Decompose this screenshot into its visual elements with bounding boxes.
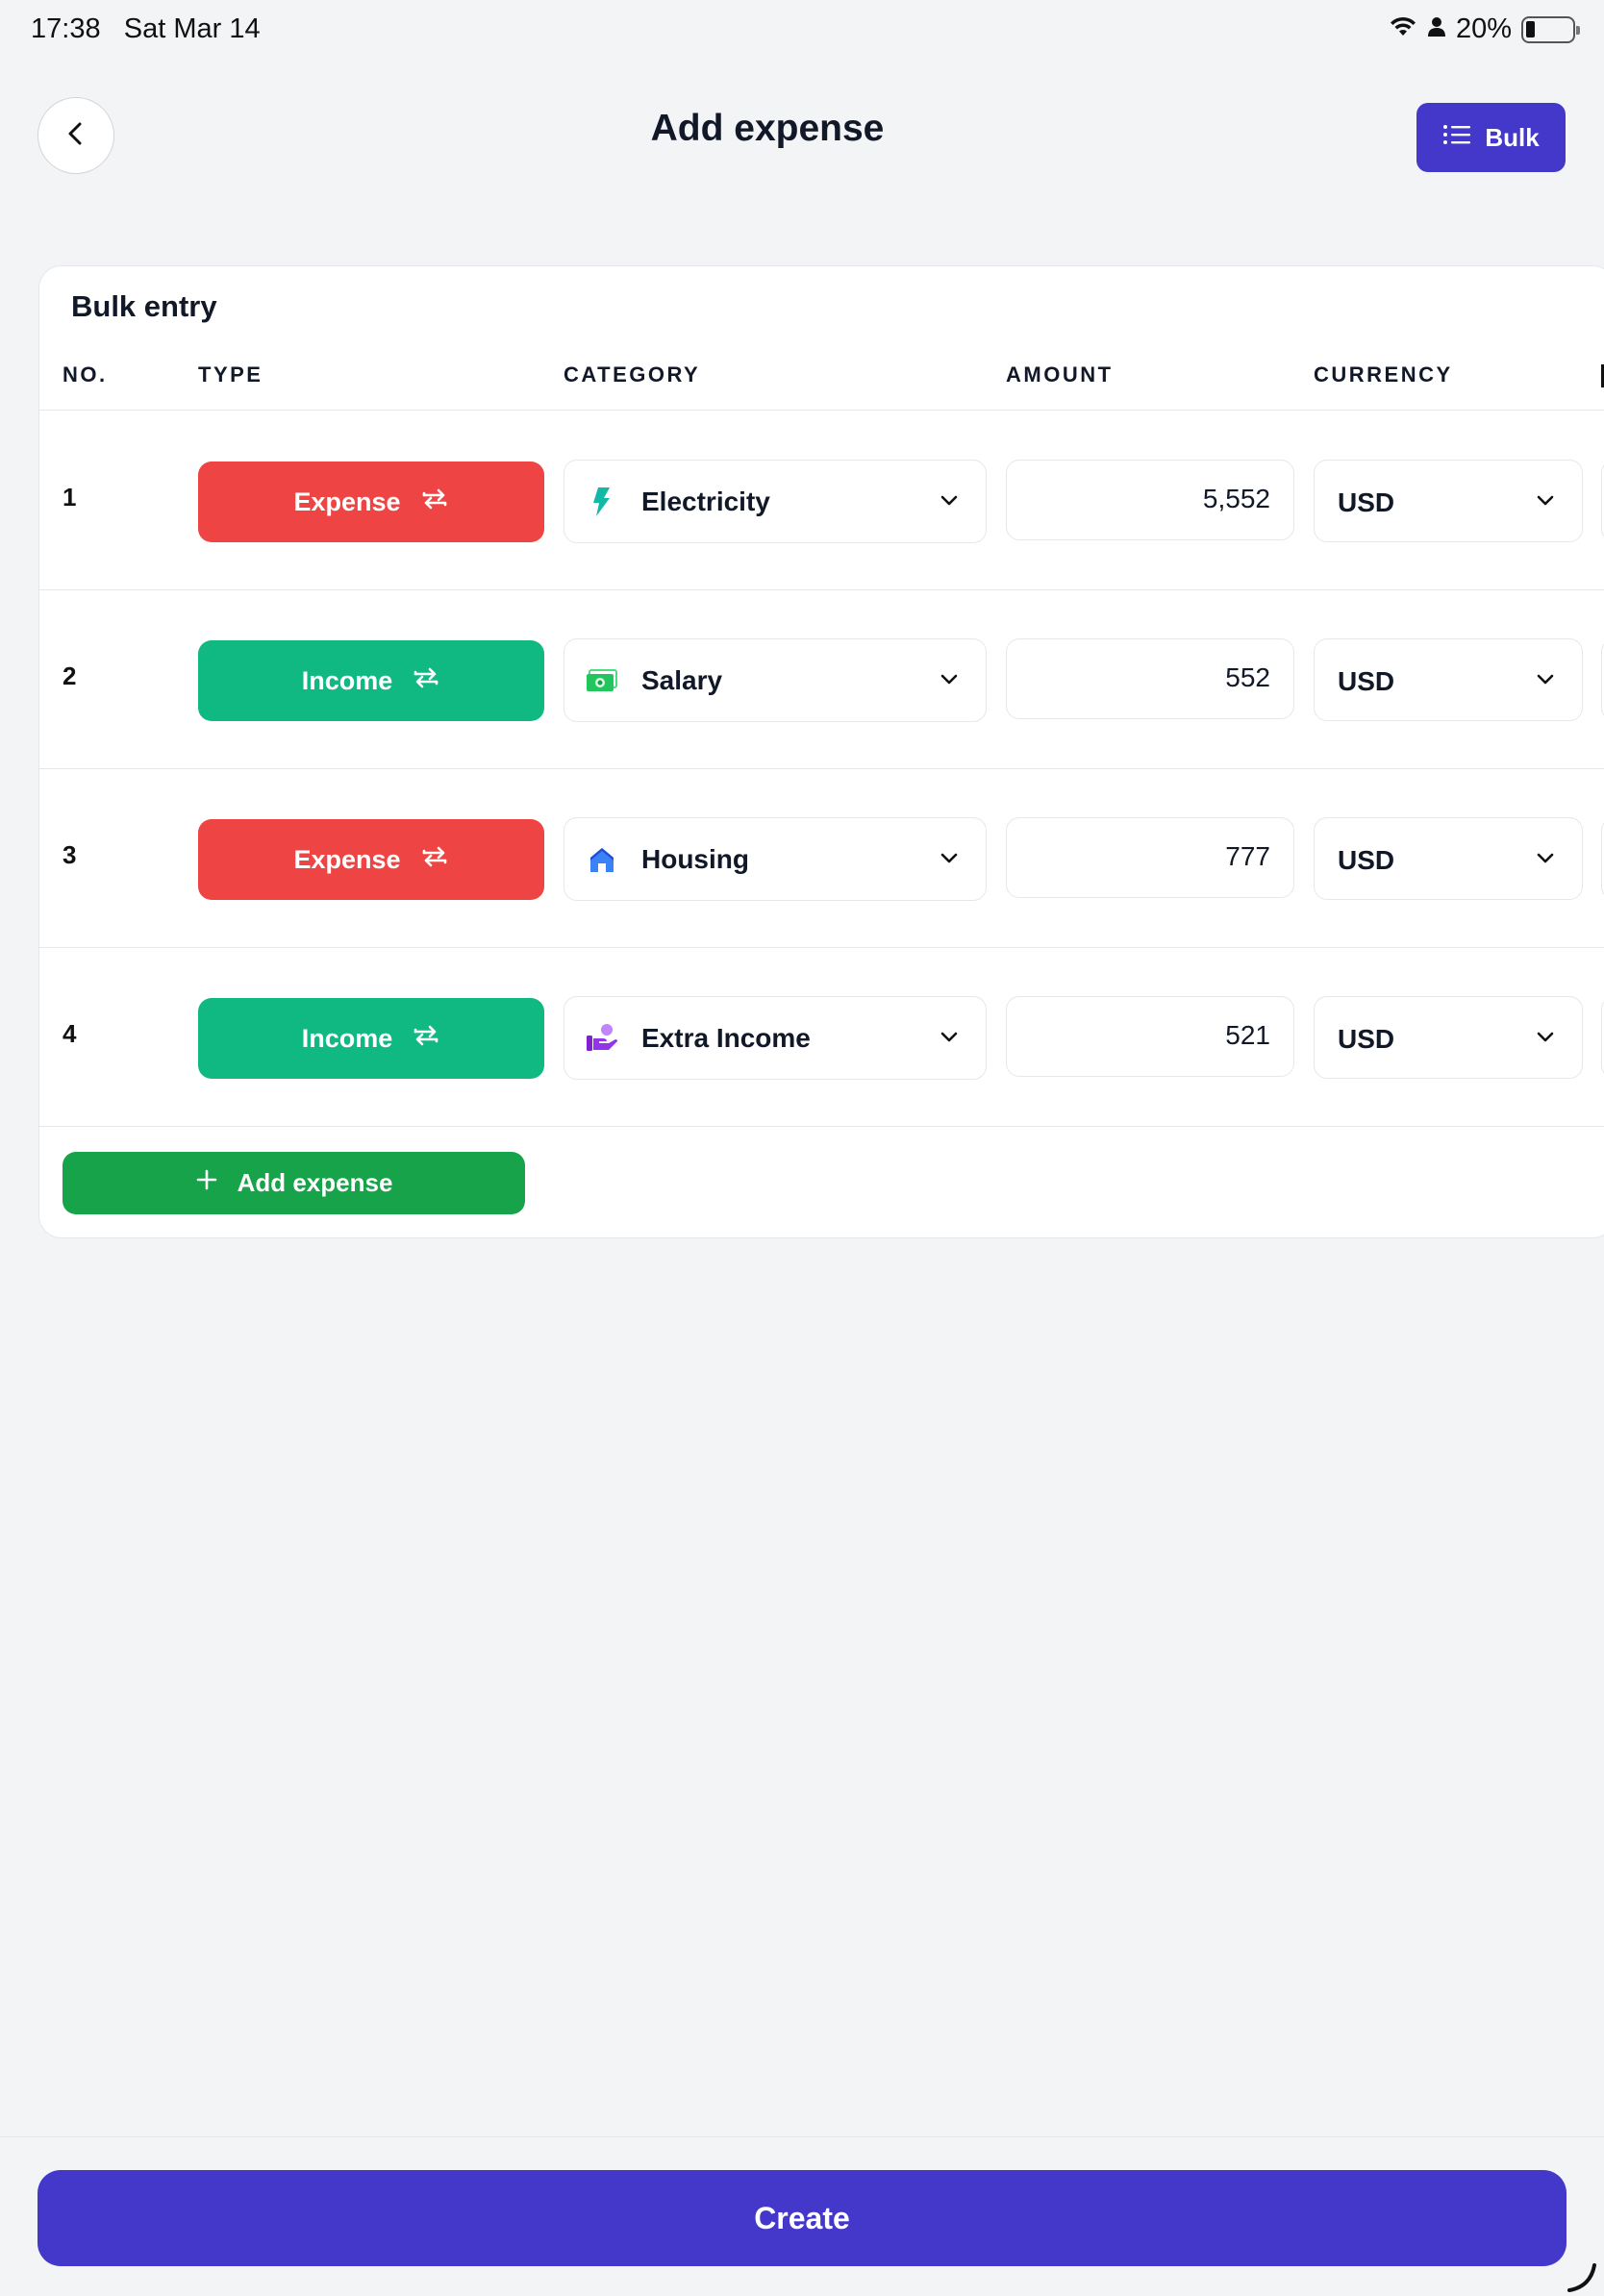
chevron-down-icon xyxy=(938,847,961,875)
battery-icon xyxy=(1521,15,1580,43)
currency-label: USD xyxy=(1338,487,1395,517)
currency-select[interactable]: USD xyxy=(1314,460,1583,542)
type-label: Income xyxy=(301,1023,393,1053)
list-icon xyxy=(1442,123,1471,153)
chevron-down-icon xyxy=(1534,1026,1557,1054)
category-label: Extra Income xyxy=(641,1023,811,1053)
currency-select[interactable]: USD xyxy=(1314,638,1583,721)
column-type: TYPE xyxy=(198,362,263,387)
category-label: Housing xyxy=(641,844,749,874)
amount-input[interactable]: 777 xyxy=(1006,817,1294,898)
bulk-button[interactable]: Bulk xyxy=(1416,103,1566,172)
type-label: Income xyxy=(301,665,393,695)
add-expense-button[interactable]: Add expense xyxy=(63,1152,525,1214)
lightning-icon xyxy=(586,486,618,518)
currency-label: USD xyxy=(1338,1024,1395,1054)
add-expense-label: Add expense xyxy=(237,1168,393,1197)
chevron-down-icon xyxy=(1534,668,1557,696)
type-toggle-button[interactable]: Expense xyxy=(198,462,544,542)
type-toggle-button[interactable]: Expense xyxy=(198,819,544,900)
status-indicators: 20% xyxy=(1389,13,1580,45)
chevron-down-icon xyxy=(938,489,961,517)
currency-label: USD xyxy=(1338,666,1395,696)
category-select[interactable]: Electricity xyxy=(564,460,987,543)
battery-percent: 20% xyxy=(1455,13,1512,44)
currency-select[interactable]: USD xyxy=(1314,996,1583,1079)
category-label: Electricity xyxy=(641,487,770,516)
chevron-down-icon xyxy=(1534,847,1557,875)
chevron-down-icon xyxy=(1534,489,1557,517)
currency-label: USD xyxy=(1338,845,1395,875)
column-amount: AMOUNT xyxy=(1006,362,1114,387)
table-row: 3 Expense Housing 777 USD xyxy=(39,769,1604,948)
swap-icon xyxy=(412,663,440,699)
amount-input[interactable]: 5,552 xyxy=(1006,460,1294,540)
status-bar: 17:38 Sat Mar 14 20% xyxy=(0,0,1604,60)
type-label: Expense xyxy=(293,844,401,874)
category-select[interactable]: Extra Income xyxy=(564,996,987,1080)
chevron-down-icon xyxy=(938,1026,961,1054)
type-toggle-button[interactable]: Income xyxy=(198,640,544,721)
row-number: 3 xyxy=(63,840,77,869)
table-row: 2 Income Salary 552 USD xyxy=(39,590,1604,769)
money-icon xyxy=(586,664,618,697)
create-button[interactable]: Create xyxy=(38,2170,1566,2266)
category-select[interactable]: Salary xyxy=(564,638,987,722)
amount-input[interactable]: 552 xyxy=(1006,638,1294,719)
amount-input[interactable]: 521 xyxy=(1006,996,1294,1077)
column-no: NO. xyxy=(63,362,108,387)
extra-income-icon xyxy=(586,1022,618,1055)
type-label: Expense xyxy=(293,487,401,516)
plus-icon xyxy=(195,1168,218,1198)
table-header: NO. TYPE CATEGORY AMOUNT CURRENCY xyxy=(39,361,1604,411)
chevron-down-icon xyxy=(938,668,961,696)
category-select[interactable]: Housing xyxy=(564,817,987,901)
wifi-icon xyxy=(1389,13,1417,45)
row-number: 1 xyxy=(63,483,77,512)
resize-handle-icon xyxy=(1566,2261,1598,2296)
currency-select[interactable]: USD xyxy=(1314,817,1583,900)
bulk-entry-card: Bulk entry NO. TYPE CATEGORY AMOUNT CURR… xyxy=(38,265,1604,1238)
swap-icon xyxy=(420,485,449,520)
column-currency: CURRENCY xyxy=(1314,362,1453,387)
status-time: 17:38 Sat Mar 14 xyxy=(31,13,261,45)
battery-fill xyxy=(1526,20,1535,37)
swap-icon xyxy=(412,1021,440,1057)
bulk-button-label: Bulk xyxy=(1485,122,1540,152)
person-icon xyxy=(1427,13,1446,45)
table-row: 1 Expense Electricity 5,552 USD xyxy=(39,412,1604,590)
column-category: CATEGORY xyxy=(564,362,701,387)
row-number: 4 xyxy=(63,1019,77,1048)
house-icon xyxy=(586,843,618,876)
row-number: 2 xyxy=(63,661,77,690)
swap-icon xyxy=(420,842,449,878)
status-clock: 17:38 xyxy=(31,13,101,44)
footer-bar: Create xyxy=(0,2136,1604,2296)
card-title: Bulk entry xyxy=(71,289,217,323)
category-label: Salary xyxy=(641,665,723,695)
table-row: 4 Income Extra Income 521 USD xyxy=(39,948,1604,1127)
page-title: Add expense xyxy=(650,108,885,149)
type-toggle-button[interactable]: Income xyxy=(198,998,544,1079)
status-date: Sat Mar 14 xyxy=(123,13,261,44)
